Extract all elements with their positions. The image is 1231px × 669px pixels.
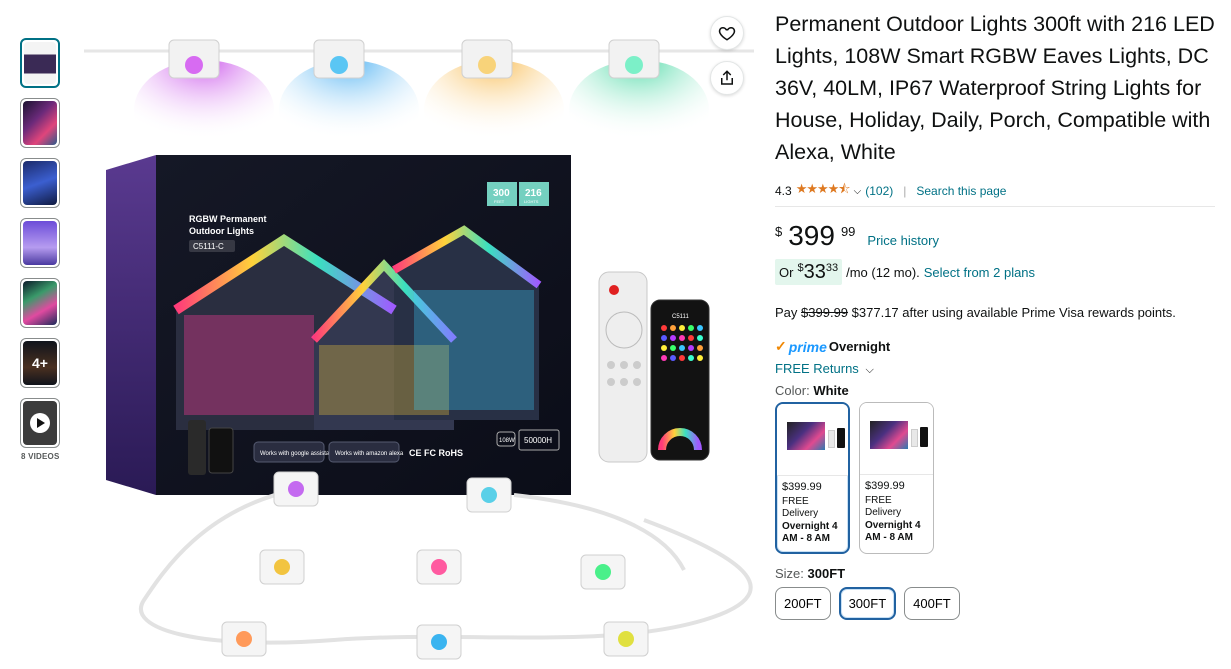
plan-or: Or: [779, 265, 794, 280]
size-selector-label: Size: 300FT: [775, 566, 1215, 581]
size-option-200ft[interactable]: 200FT: [775, 587, 831, 620]
plan-whole: 33: [803, 261, 826, 283]
prime-delivery: ✓ prime Overnight: [775, 338, 1215, 355]
price-block: $ 399 99 Price history: [775, 221, 1215, 251]
heart-icon: [718, 26, 736, 41]
thumbnail-house-colors[interactable]: [20, 98, 60, 148]
svg-text:Outdoor Lights: Outdoor Lights: [189, 226, 254, 236]
prime-check-icon: ✓: [775, 338, 787, 354]
plan-fraction: 33: [825, 262, 839, 274]
rating-value: 4.3: [775, 184, 792, 198]
box-model-text: C5111-C: [193, 242, 224, 251]
svg-text:108W: 108W: [499, 438, 515, 444]
main-product-image[interactable]: RGBW Permanent Outdoor Lights C5111-C 30…: [84, 10, 754, 669]
chevron-down-icon[interactable]: ⌵: [854, 186, 862, 197]
svg-text:RGBW Permanent: RGBW Permanent: [189, 214, 267, 224]
plan-suffix: /mo (12 mo).: [846, 264, 920, 280]
returns-row: FREE Returns ⌵: [775, 361, 1215, 377]
color-swatches: $399.99 FREE Delivery Overnight 4 AM - 8…: [775, 402, 1215, 554]
thumbnail-more-images[interactable]: 4+: [20, 338, 60, 388]
pay-strike-price: $399.99: [801, 305, 849, 320]
installment-badge: Or $ 33 33: [775, 259, 843, 285]
prime-speed: Overnight: [828, 339, 891, 354]
play-icon: [30, 413, 50, 433]
more-count: 4+: [32, 355, 48, 371]
size-label: Size:: [775, 566, 804, 581]
review-count-link[interactable]: (102): [865, 184, 893, 198]
thumbnail-app-feature[interactable]: [20, 158, 60, 208]
thumbnail-product-box[interactable]: [20, 38, 60, 88]
size-option-400ft[interactable]: 400FT: [904, 587, 960, 620]
product-title: Permanent Outdoor Lights 300ft with 216 …: [775, 12, 1215, 164]
installment-plan: Or $ 33 33 /mo (12 mo). Select from 2 pl…: [775, 259, 1215, 285]
free-returns-link[interactable]: FREE Returns: [775, 361, 859, 376]
color-value: White: [813, 383, 849, 398]
size-options: 200FT 300FT 400FT: [775, 587, 1215, 620]
svg-text:Works with google assistant: Works with google assistant: [260, 451, 335, 457]
swatch-speed: Overnight 4 AM - 8 AM: [865, 519, 921, 544]
select-plans-link[interactable]: Select from 2 plans: [924, 265, 1035, 280]
thumbnail-video[interactable]: [20, 398, 60, 448]
thumbnail-lights-purple[interactable]: [20, 218, 60, 268]
chevron-down-icon[interactable]: ⌵: [865, 364, 873, 376]
thumbnail-house-night[interactable]: [20, 278, 60, 328]
pay-offer-text: $377.17 after using available Prime Visa…: [851, 305, 1176, 320]
pay-prefix: Pay: [775, 305, 798, 320]
price-history-link[interactable]: Price history: [867, 233, 939, 248]
videos-count-label: 8 VIDEOS: [21, 452, 60, 461]
divider: |: [903, 184, 907, 198]
prime-logo: prime: [788, 338, 827, 355]
swatch-image: [860, 403, 933, 475]
swatch-price: $399.99: [865, 480, 905, 492]
star-rating-icon[interactable]: ★★★★⯪: [796, 180, 851, 202]
color-selector-label: Color: White: [775, 383, 1215, 398]
color-swatch-alt[interactable]: $399.99 FREE Delivery Overnight 4 AM - 8…: [859, 402, 934, 554]
swatch-image: [777, 404, 848, 476]
share-button[interactable]: [710, 61, 744, 95]
swatch-speed: Overnight 4 AM - 8 AM: [782, 520, 838, 545]
size-value: 300FT: [807, 566, 846, 581]
swatch-delivery: FREE Delivery: [782, 495, 819, 520]
swatch-price: $399.99: [782, 481, 822, 493]
share-icon: [721, 70, 733, 85]
svg-text:300: 300: [493, 188, 510, 199]
svg-text:CE FC RoHS: CE FC RoHS: [409, 448, 463, 458]
search-page-link[interactable]: Search this page: [916, 184, 1006, 198]
prime-visa-offer: Pay $399.99 $377.17 after using availabl…: [775, 305, 1215, 320]
price-whole: 399: [788, 220, 835, 251]
product-info: Permanent Outdoor Lights 300ft with 216 …: [775, 8, 1215, 620]
section-divider: [775, 206, 1215, 207]
price-fraction: 99: [840, 224, 856, 239]
svg-text:FEET: FEET: [494, 199, 505, 204]
svg-text:50000H: 50000H: [524, 436, 552, 445]
size-option-300ft[interactable]: 300FT: [838, 587, 897, 620]
swatch-delivery: FREE Delivery: [865, 494, 902, 519]
thumbnail-list: 4+ 8 VIDEOS: [20, 38, 62, 461]
svg-text:216: 216: [525, 188, 542, 199]
svg-text:LIGHTS: LIGHTS: [524, 199, 539, 204]
color-swatch-white[interactable]: $399.99 FREE Delivery Overnight 4 AM - 8…: [775, 402, 850, 554]
svg-text:Works with amazon alexa: Works with amazon alexa: [335, 451, 404, 457]
rating-row: 4.3 ★★★★⯪ ⌵ (102) | Search this page: [775, 180, 1215, 202]
color-label: Color:: [775, 383, 810, 398]
favorite-button[interactable]: [710, 16, 744, 50]
price-symbol: $: [775, 224, 783, 239]
svg-text:C5111: C5111: [672, 314, 689, 320]
plan-symbol: $: [797, 262, 804, 274]
